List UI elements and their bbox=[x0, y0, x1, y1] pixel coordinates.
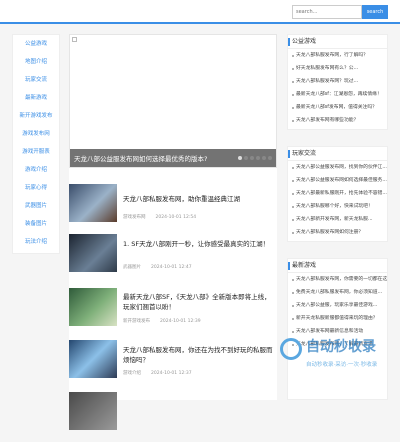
article-date: 2024-10-01 12:39 bbox=[160, 319, 201, 324]
sidebar-section-player-exchange: 玩家交流 天龙八部公益服发布网，找到你的伙伴江... 天龙八部公益服发布网如何选… bbox=[287, 146, 388, 242]
sidebar-link[interactable]: 天龙八部私服发布网？玩过... bbox=[288, 75, 387, 88]
leftnav-item-equipment-images[interactable]: 装备图片 bbox=[13, 215, 59, 233]
leftnav-item-server-schedule[interactable]: 游戏开服表 bbox=[13, 143, 59, 161]
article-source[interactable]: 武器图片 bbox=[123, 265, 141, 270]
watermark-logo-icon bbox=[280, 338, 302, 360]
slider-dot[interactable] bbox=[244, 156, 248, 160]
sidebar-link[interactable]: 天龙八部发布网有哪些功能？ bbox=[288, 114, 387, 127]
article-date: 2024-10-01 12:37 bbox=[151, 371, 192, 376]
article-date: 2024-10-01 12:54 bbox=[155, 215, 197, 220]
article-meta: 新开游戏发布 2024-10-01 12:39 bbox=[123, 318, 277, 324]
leftnav-item-player-tips[interactable]: 玩家心得 bbox=[13, 179, 59, 197]
watermark-text: 自动秒收录 bbox=[306, 339, 376, 355]
slider-dot[interactable] bbox=[238, 156, 242, 160]
sidebar-heading: 公益游戏 bbox=[288, 35, 387, 49]
search-button[interactable]: search bbox=[362, 5, 388, 19]
sidebar-link[interactable]: 最新天龙八部sf：江湖恩怨，再续情缘！ bbox=[288, 88, 387, 101]
article-source[interactable]: 游戏发布网 bbox=[123, 215, 146, 220]
slider-dot[interactable] bbox=[256, 156, 260, 160]
site-watermark: 自动秒收录 自动秒收录·采访·一次·秒收录 bbox=[280, 330, 400, 380]
slider-caption-bar: 天龙八部公益服发布网如何选择最优秀的版本? bbox=[70, 149, 276, 167]
leftnav-item-public-games[interactable]: 公益游戏 bbox=[13, 35, 59, 53]
sidebar-heading: 最新游戏 bbox=[288, 259, 387, 273]
leftnav-item-weapon-images[interactable]: 武器图片 bbox=[13, 197, 59, 215]
top-bar: search bbox=[0, 0, 400, 24]
slider-dot[interactable] bbox=[262, 156, 266, 160]
sidebar-link[interactable]: 天龙八部私服发布网，你需要的一切都在这里！ bbox=[288, 273, 387, 286]
sidebar-link[interactable]: 新开天龙私服新服都值得来玩的理由？ bbox=[288, 312, 387, 325]
article-thumbnail[interactable] bbox=[69, 288, 117, 326]
slider-dot[interactable] bbox=[268, 156, 272, 160]
article-title[interactable]: 天龙八部私服发布网，你还在为找不到好玩的私服而烦恼吗？ bbox=[123, 345, 277, 365]
slider-dot[interactable] bbox=[250, 156, 254, 160]
sidebar-link[interactable]: 天龙八部私服哪个好，快来试玩吧！ bbox=[288, 200, 387, 213]
sidebar-link[interactable]: 天龙八部公益服发布网，找到你的伙伴江... bbox=[288, 161, 387, 174]
sidebar-heading: 玩家交流 bbox=[288, 147, 387, 161]
article-source[interactable]: 新开游戏发布 bbox=[123, 319, 150, 324]
article-meta: 游戏介绍 2024-10-01 12:37 bbox=[123, 370, 277, 376]
sidebar-link[interactable]: 天龙八部公益服发布网如何选择最佳服务... bbox=[288, 174, 387, 187]
article-thumbnail[interactable] bbox=[69, 340, 117, 378]
leftnav-item-game-intro[interactable]: 游戏介绍 bbox=[13, 161, 59, 179]
article-thumbnail[interactable] bbox=[69, 234, 117, 272]
sidebar-link[interactable]: 最新天龙八部sf发布网，值得关注吗？ bbox=[288, 101, 387, 114]
article-title[interactable]: 1. SF天龙八部刚开一秒，让你感受最真实的江湖！ bbox=[123, 239, 277, 249]
sidebar-link[interactable]: 好天龙私服发布网有么？公... bbox=[288, 62, 387, 75]
leftnav-item-gameplay[interactable]: 玩法介绍 bbox=[13, 233, 59, 251]
sidebar-link[interactable]: 天龙八部公益服，玩家乐享最佳游戏... bbox=[288, 299, 387, 312]
article-thumbnail[interactable] bbox=[69, 392, 117, 430]
sidebar-link[interactable]: 天龙八部新开发布网，新天龙私服... bbox=[288, 213, 387, 226]
sidebar-link[interactable]: 免费天龙八部私服发布网，你必须知道... bbox=[288, 286, 387, 299]
article-item[interactable]: 天龙八部私服发布网，你还在为找不到好玩的私服而烦恼吗？ 游戏介绍 2024-10-… bbox=[69, 340, 277, 390]
article-item[interactable]: 1. SF天龙八部刚开一秒，让你感受最真实的江湖！ 武器图片 2024-10-01… bbox=[69, 234, 277, 284]
sidebar-link[interactable]: 天龙八部最新私服刚开，抢先体验不容错... bbox=[288, 187, 387, 200]
left-nav: 公益游戏 地图介绍 玩家交流 最新游戏 新开游戏发布 游戏发布网 游戏开服表 游… bbox=[12, 34, 60, 254]
sidebar-link[interactable]: 天龙八部私服发布网如何注册？ bbox=[288, 226, 387, 239]
leftnav-item-publish-site[interactable]: 游戏发布网 bbox=[13, 125, 59, 143]
sidebar-link[interactable]: 天龙八部私服发布网，行了解吗？ bbox=[288, 49, 387, 62]
article-title[interactable]: 天龙八部私服发布网，助你重温经典江湖 bbox=[123, 194, 277, 204]
watermark-subtext: 自动秒收录·采访·一次·秒收录 bbox=[306, 362, 378, 368]
broken-image-icon bbox=[72, 37, 77, 42]
article-source[interactable]: 游戏介绍 bbox=[123, 371, 141, 376]
slider-caption[interactable]: 天龙八部公益服发布网如何选择最优秀的版本? bbox=[74, 153, 207, 163]
article-meta: 游戏发布网 2024-10-01 12:54 bbox=[123, 214, 277, 220]
article-item[interactable]: 天龙八部私服发布网，助你重温经典江湖 游戏发布网 2024-10-01 12:54 bbox=[69, 184, 277, 234]
main-content: 天龙八部公益服发布网如何选择最优秀的版本? 天龙八部私服发布网，助你重温经典江湖… bbox=[69, 34, 277, 430]
leftnav-item-latest-games[interactable]: 最新游戏 bbox=[13, 89, 59, 107]
leftnav-item-player-exchange[interactable]: 玩家交流 bbox=[13, 71, 59, 89]
image-slider[interactable]: 天龙八部公益服发布网如何选择最优秀的版本? bbox=[69, 34, 277, 168]
leftnav-item-new-releases[interactable]: 新开游戏发布 bbox=[13, 107, 59, 125]
leftnav-item-maps[interactable]: 地图介绍 bbox=[13, 53, 59, 71]
slider-dots bbox=[238, 156, 272, 160]
sidebar-section-public-games: 公益游戏 天龙八部私服发布网，行了解吗？ 好天龙私服发布网有么？公... 天龙八… bbox=[287, 34, 388, 130]
article-item[interactable]: 最新天龙八部SF，《天龙八部》全新版本即将上线，玩家们翘首以盼！ 新开游戏发布 2… bbox=[69, 288, 277, 338]
search-input[interactable] bbox=[292, 5, 362, 19]
article-meta: 武器图片 2024-10-01 12:47 bbox=[123, 264, 277, 270]
article-title[interactable]: 最新天龙八部SF，《天龙八部》全新版本即将上线，玩家们翘首以盼！ bbox=[123, 292, 277, 312]
article-thumbnail[interactable] bbox=[69, 184, 117, 222]
article-date: 2024-10-01 12:47 bbox=[151, 265, 192, 270]
